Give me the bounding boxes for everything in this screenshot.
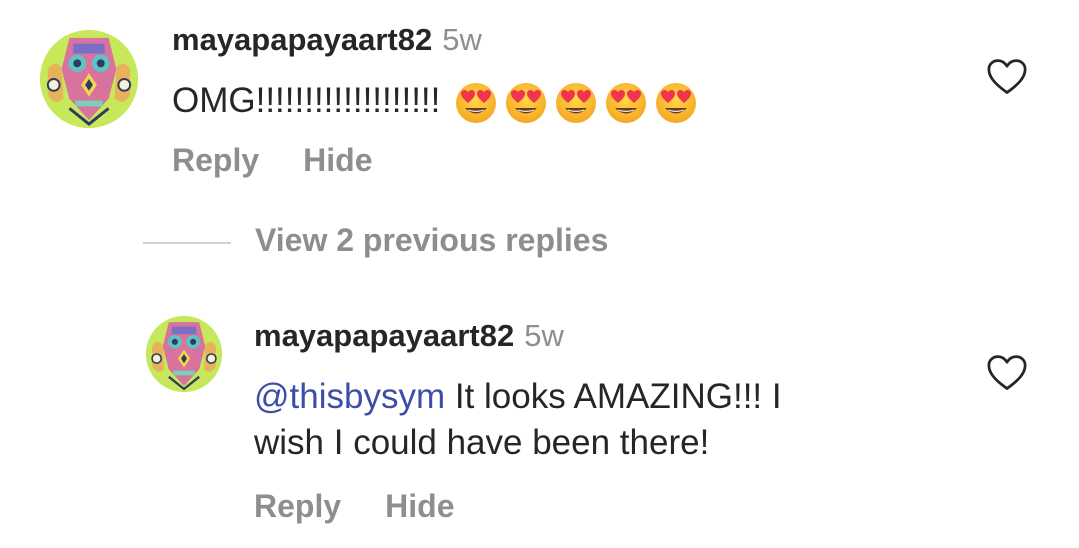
username[interactable]: mayapapayaart82 [172,22,432,57]
comment-header: mayapapayaart82 5w [254,318,564,354]
comment-actions: Reply Hide [254,486,454,526]
tribal-mask-icon [40,30,138,128]
comment-text: @thisbysym It looks AMAZING!!! I wish I … [254,374,914,466]
heart-eyes-emoji-icon [504,81,548,125]
username[interactable]: mayapapayaart82 [254,318,514,353]
divider-line [143,241,231,244]
avatar[interactable] [146,316,222,392]
heart-eyes-emoji-icon [554,81,598,125]
comment-body-line-2: wish I could have been there! [254,423,710,462]
timestamp: 5w [442,22,482,57]
reply-button[interactable]: Reply [172,142,259,178]
avatar[interactable] [40,30,138,128]
timestamp: 5w [524,318,564,353]
reply-button[interactable]: Reply [254,488,341,524]
view-replies-label[interactable]: View 2 previous replies [255,222,608,258]
hide-button[interactable]: Hide [303,142,372,178]
emoji-group [454,81,698,125]
like-heart-icon[interactable] [986,58,1028,96]
heart-eyes-emoji-icon [604,81,648,125]
mention-link[interactable]: @thisbysym [254,377,445,416]
hide-button[interactable]: Hide [385,488,454,524]
heart-eyes-emoji-icon [454,81,498,125]
like-heart-icon[interactable] [986,354,1028,392]
view-previous-replies[interactable]: View 2 previous replies [143,220,608,260]
comment-body-line-1: It looks AMAZING!!! I [445,377,782,416]
comment-text: OMG!!!!!!!!!!!!!!!!!!! [172,78,698,125]
comment-actions: Reply Hide [172,140,372,180]
tribal-mask-icon [146,316,222,392]
comment-body: OMG!!!!!!!!!!!!!!!!!!! [172,81,441,120]
heart-eyes-emoji-icon [654,81,698,125]
comment-header: mayapapayaart82 5w [172,22,482,58]
